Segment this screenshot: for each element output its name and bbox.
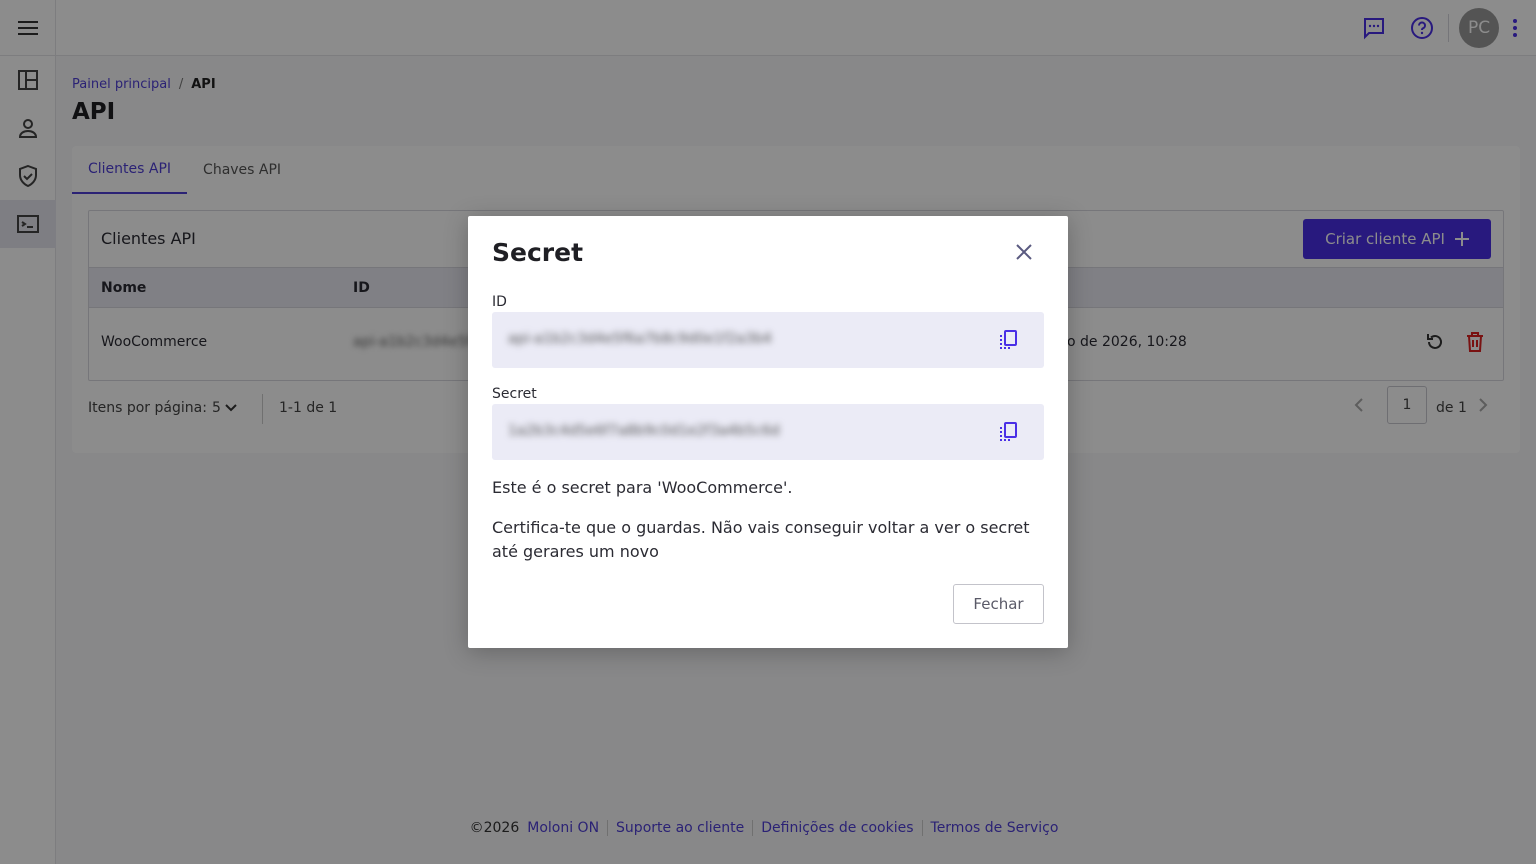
id-value: api-a1b2c3d4e5f6a7b8c9d0e1f2a3b4: [508, 331, 772, 347]
close-button[interactable]: Fechar: [953, 584, 1044, 624]
secret-field: 1a2b3c4d5e6f7a8b9c0d1e2f3a4b5c6d: [492, 404, 1044, 460]
dialog-title: Secret: [492, 238, 584, 267]
secret-value: 1a2b3c4d5e6f7a8b9c0d1e2f3a4b5c6d: [508, 423, 780, 439]
dialog-warning: Certifica-te que o guardas. Não vais con…: [492, 518, 1030, 561]
copy-icon[interactable]: [996, 328, 1020, 352]
secret-dialog: Secret ID api-a1b2c3d4e5f6a7b8c9d0e1f2a3…: [468, 216, 1068, 648]
id-label: ID: [492, 294, 507, 310]
secret-label: Secret: [492, 386, 537, 402]
close-icon[interactable]: [1012, 240, 1036, 264]
id-field: api-a1b2c3d4e5f6a7b8c9d0e1f2a3b4: [492, 312, 1044, 368]
dialog-message: Este é o secret para 'WooCommerce'.: [492, 478, 793, 497]
copy-icon[interactable]: [996, 420, 1020, 444]
